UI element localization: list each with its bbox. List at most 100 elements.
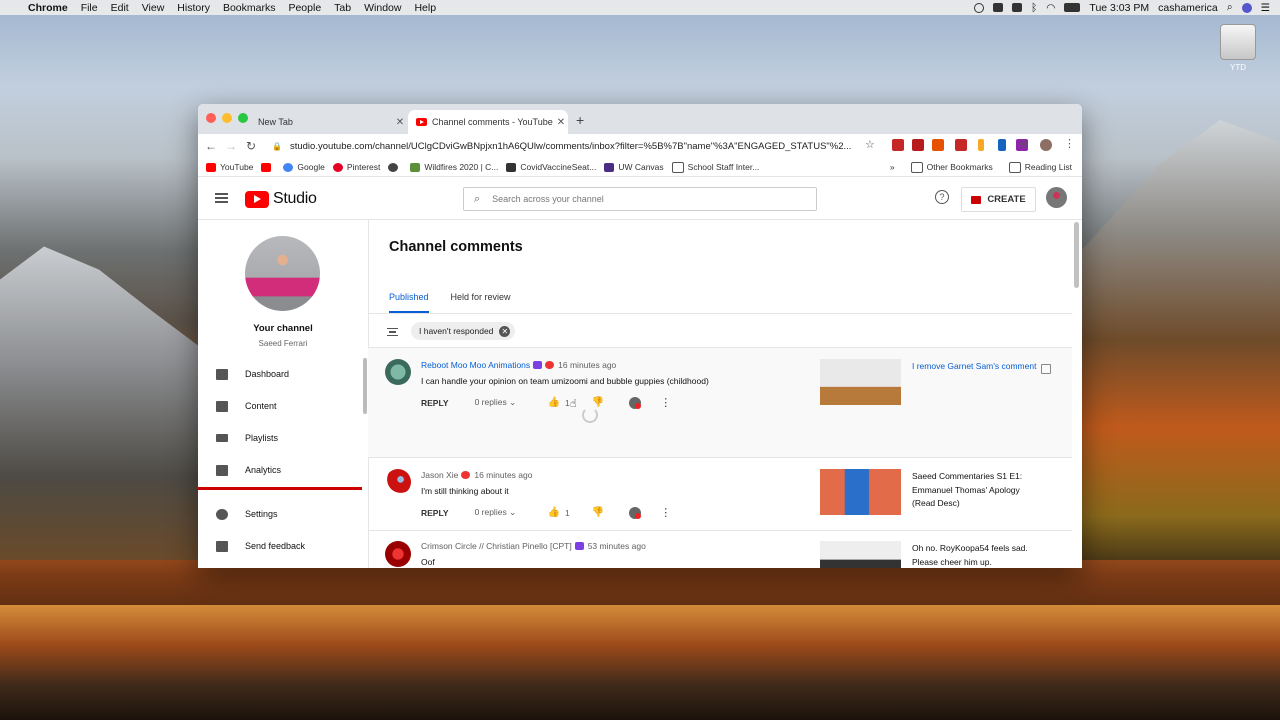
bookmark-school-staff[interactable]: School Staff Inter... [671, 161, 759, 173]
sidebar-item-dashboard[interactable]: Dashboard [198, 361, 362, 387]
commenter-avatar[interactable] [385, 541, 411, 567]
sidebar-item-content[interactable]: Content [198, 393, 362, 419]
video-title[interactable]: Oh no. RoyKoopa54 feels sad. Please chee… [912, 542, 1042, 568]
menu-tab[interactable]: Tab [334, 2, 351, 14]
desktop-drive[interactable]: YTD [1219, 24, 1257, 78]
tab-channel-comments[interactable]: Channel comments - YouTube ✕ [408, 110, 568, 134]
sidebar-scrollbar[interactable] [363, 358, 367, 414]
remove-filter-icon[interactable]: ✕ [499, 325, 511, 337]
menu-app-name[interactable]: Chrome [28, 2, 68, 14]
bookmark-star-icon[interactable]: ☆ [865, 138, 875, 151]
studio-logo[interactable]: Studio [245, 190, 317, 208]
bookmark-other[interactable]: Other Bookmarks [910, 161, 993, 173]
comment-author[interactable]: Reboot Moo Moo Animations [421, 360, 530, 370]
app-status-icon[interactable] [1011, 3, 1022, 12]
menu-window[interactable]: Window [364, 2, 401, 14]
replies-toggle[interactable]: 0 replies ⌄ [475, 507, 548, 518]
video-thumbnail[interactable] [820, 469, 901, 515]
menu-file[interactable]: File [81, 2, 98, 14]
thumbs-up-icon[interactable]: 👍 [548, 507, 560, 518]
wifi-icon[interactable]: ◠ [1046, 2, 1055, 14]
sidebar-item-send-feedback[interactable]: Send feedback [198, 533, 362, 559]
bookmark-globe[interactable] [388, 162, 402, 172]
close-tab-icon[interactable]: ✕ [554, 117, 568, 128]
video-thumbnail[interactable] [820, 359, 901, 405]
sidebar-item-playlists[interactable]: Playlists [198, 425, 362, 451]
bookmark-uw-canvas[interactable]: UW Canvas [604, 162, 664, 172]
thumbs-down-icon[interactable]: 👎 [592, 507, 604, 518]
extension-icon[interactable] [998, 139, 1006, 151]
search-input[interactable]: ⌕ Search across your channel [463, 187, 817, 211]
sidebar-item-analytics[interactable]: Analytics [198, 457, 362, 483]
back-icon[interactable]: ← [204, 139, 218, 153]
comment-author[interactable]: Crimson Circle // Christian Pinello [CPT… [421, 541, 572, 551]
bluetooth-icon[interactable]: ᛒ [1031, 2, 1037, 14]
extension-icon[interactable] [955, 139, 967, 151]
record-icon[interactable] [973, 2, 984, 13]
open-in-new-icon[interactable] [1041, 364, 1051, 374]
tab-published[interactable]: Published [389, 292, 429, 313]
bookmark-youtube[interactable]: YouTube [206, 162, 253, 172]
heart-icon[interactable] [629, 396, 642, 409]
extension-icon[interactable] [912, 139, 924, 151]
close-window-button[interactable] [206, 113, 216, 123]
menu-bookmarks[interactable]: Bookmarks [223, 2, 276, 14]
extension-icon[interactable] [892, 139, 904, 151]
menu-help[interactable]: Help [414, 2, 436, 14]
video-thumbnail[interactable] [820, 541, 901, 568]
spotlight-icon[interactable]: ⌕ [1227, 1, 1233, 14]
tab-new-tab[interactable]: New Tab ✕ [252, 110, 407, 134]
profile-avatar-icon[interactable] [1040, 139, 1052, 151]
extension-icon[interactable] [978, 139, 984, 151]
hamburger-menu-icon[interactable] [215, 193, 228, 203]
menubar-user[interactable]: cashamerica [1158, 2, 1218, 14]
reply-button[interactable]: REPLY [421, 508, 449, 518]
channel-avatar[interactable] [245, 236, 320, 311]
menu-people[interactable]: People [288, 2, 321, 14]
reply-button[interactable]: REPLY [421, 398, 449, 408]
zoom-window-button[interactable] [238, 113, 248, 123]
filter-icon[interactable] [387, 328, 398, 336]
video-title[interactable]: Saeed Commentaries S1 E1: Emmanuel Thoma… [912, 470, 1042, 511]
replies-toggle[interactable]: 0 replies ⌄ [475, 397, 548, 408]
more-options-icon[interactable]: ⋮ [660, 506, 671, 519]
chrome-menu-icon[interactable]: ⋮ [1064, 137, 1075, 150]
notification-center-icon[interactable]: ☰ [1261, 2, 1270, 14]
bookmark-covid[interactable]: CovidVaccineSeat... [506, 162, 596, 172]
forward-icon[interactable]: → [224, 139, 238, 153]
tab-held-for-review[interactable]: Held for review [451, 292, 511, 313]
menubar-clock[interactable]: Tue 3:03 PM [1089, 2, 1149, 14]
extension-icon[interactable] [932, 139, 944, 151]
commenter-avatar[interactable] [385, 469, 411, 495]
comment-time[interactable]: 16 minutes ago [558, 360, 616, 370]
thumbs-up-icon[interactable]: 👍 [548, 397, 560, 408]
new-tab-button[interactable]: + [576, 112, 584, 128]
help-icon[interactable]: ? [935, 190, 949, 204]
menu-history[interactable]: History [177, 2, 210, 14]
create-button[interactable]: CREATE [961, 187, 1036, 212]
reload-icon[interactable]: ↻ [244, 139, 258, 153]
heart-icon[interactable] [629, 506, 642, 519]
thumbs-down-icon[interactable]: 👎 [592, 397, 604, 408]
more-options-icon[interactable]: ⋮ [660, 396, 671, 409]
comment-time[interactable]: 16 minutes ago [474, 470, 532, 480]
main-scrollbar[interactable] [1074, 222, 1079, 288]
bookmark-pinterest[interactable]: Pinterest [332, 162, 380, 172]
battery-icon[interactable] [1064, 3, 1081, 12]
siri-icon[interactable] [1241, 2, 1252, 13]
reading-list[interactable]: Reading List [1008, 161, 1072, 173]
comment-time[interactable]: 53 minutes ago [588, 541, 646, 551]
video-title[interactable]: I remove Garnet Sam's comment [912, 360, 1042, 374]
comment-author[interactable]: Jason Xie [421, 470, 458, 480]
screen-icon[interactable] [992, 3, 1003, 12]
bookmarks-overflow-icon[interactable]: » [890, 162, 895, 172]
bookmark-wildfires[interactable]: Wildfires 2020 | C... [410, 162, 498, 172]
filter-chip[interactable]: I haven't responded ✕ [411, 322, 516, 340]
minimize-window-button[interactable] [222, 113, 232, 123]
close-tab-icon[interactable]: ✕ [393, 117, 407, 128]
address-bar[interactable]: 🔒 studio.youtube.com/channel/UClgCDviGwB… [272, 137, 877, 155]
bookmark-google[interactable]: Google [283, 162, 325, 172]
bookmark-youtube-2[interactable] [261, 162, 275, 172]
commenter-avatar[interactable] [385, 359, 411, 385]
extensions-puzzle-icon[interactable]: ✣ [1019, 138, 1028, 151]
